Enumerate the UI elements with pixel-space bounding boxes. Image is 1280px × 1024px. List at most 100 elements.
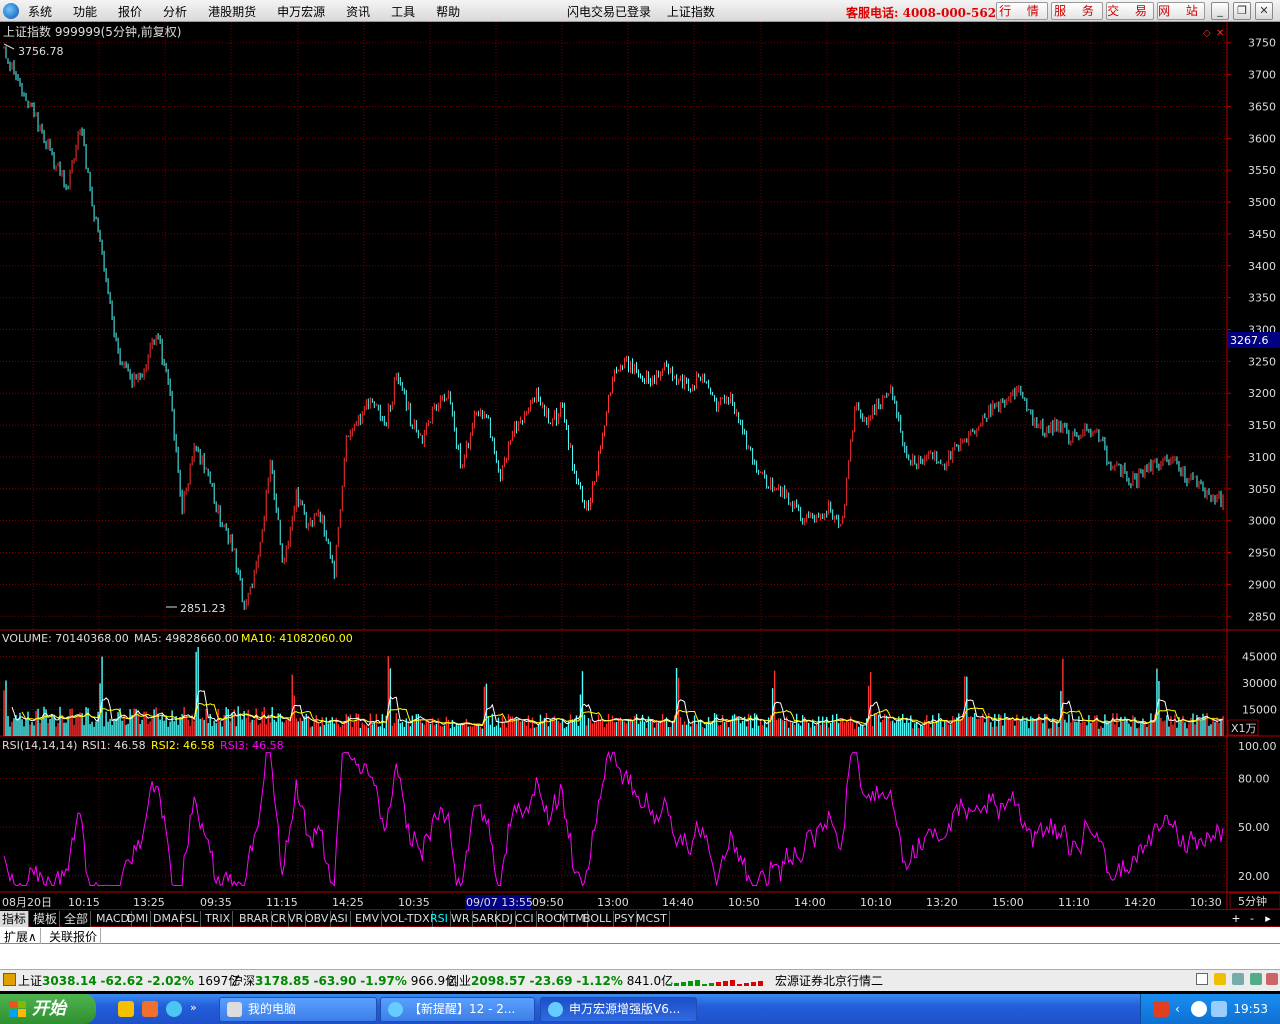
volume-bar bbox=[155, 707, 157, 736]
volume-bar bbox=[603, 727, 606, 736]
clock[interactable]: 19:53 bbox=[1233, 1002, 1268, 1016]
tab-template[interactable]: 模板 bbox=[31, 911, 61, 927]
volume-ma10: MA10: 41082060.00 bbox=[241, 632, 353, 645]
volume-bar bbox=[293, 695, 295, 736]
quicklaunch-browser-icon[interactable] bbox=[166, 1001, 182, 1017]
alert-icon[interactable] bbox=[1214, 973, 1226, 985]
tab-indicator-cci[interactable]: CCI bbox=[513, 911, 537, 927]
volume-bar bbox=[227, 709, 229, 736]
volume-bar bbox=[35, 710, 37, 736]
volume-bar bbox=[1048, 728, 1050, 736]
volume-bar bbox=[527, 715, 530, 736]
close-icon[interactable]: ✕ bbox=[1255, 2, 1273, 20]
volume-bar bbox=[597, 714, 600, 736]
app-logo-icon[interactable] bbox=[3, 3, 19, 19]
volume-bar bbox=[241, 719, 243, 736]
shield-icon[interactable] bbox=[1211, 1001, 1227, 1017]
volume-bar bbox=[705, 724, 708, 736]
service-button[interactable]: 服 务 bbox=[1051, 2, 1103, 20]
menu-item-broker[interactable]: 申万宏源 bbox=[277, 3, 325, 20]
tab-indicator-trix[interactable]: TRIX bbox=[203, 911, 234, 927]
volume-bar bbox=[265, 724, 267, 736]
volume-bar bbox=[631, 721, 634, 736]
volume-bar bbox=[701, 726, 704, 736]
quicklaunch-ie-icon[interactable] bbox=[118, 1001, 134, 1017]
quicklaunch-more-icon[interactable]: » bbox=[190, 1001, 206, 1017]
period-label[interactable]: 5分钟 bbox=[1238, 894, 1267, 908]
kline-chart[interactable]: 3750370036503600355035003450340033503300… bbox=[0, 22, 1280, 910]
price-tick-label: 3000 bbox=[1248, 515, 1276, 528]
volume-bar bbox=[105, 711, 107, 736]
tab-indicator-asi[interactable]: ASI bbox=[328, 911, 351, 927]
hs-index-summary[interactable]: 沪深3178.85 -63.90 -1.97% 966.9亿 bbox=[231, 971, 457, 991]
settings-icon[interactable] bbox=[1232, 973, 1244, 985]
tab-indicator-boll[interactable]: BOLL bbox=[581, 911, 615, 927]
volume-bar bbox=[89, 723, 91, 736]
related-quote-button[interactable]: 关联报价 bbox=[46, 928, 102, 945]
restore-icon[interactable]: ❐ bbox=[1233, 2, 1251, 20]
zoom-in-button[interactable]: + bbox=[1229, 911, 1243, 927]
tab-indicator[interactable]: 指标 bbox=[0, 911, 30, 927]
volume-bar bbox=[401, 721, 404, 736]
cy-index-summary[interactable]: 创业2098.57 -23.69 -1.12% 841.0亿 bbox=[447, 971, 673, 991]
market-button[interactable]: 行 情 bbox=[996, 2, 1048, 20]
tray-expand-icon[interactable]: ‹ bbox=[1175, 1001, 1191, 1017]
volume-bar bbox=[211, 726, 213, 736]
website-button[interactable]: 网 站 bbox=[1157, 2, 1205, 20]
menu-item-quote[interactable]: 报价 bbox=[118, 3, 142, 20]
volume-bar bbox=[695, 724, 698, 736]
volume-bar bbox=[561, 718, 564, 736]
trade-button[interactable]: 交 易 bbox=[1106, 2, 1154, 20]
extension-bar: 扩展∧ 关联报价 bbox=[0, 927, 1280, 945]
menu-item-hk-futures[interactable]: 港股期货 bbox=[208, 3, 256, 20]
quicklaunch-app-icon[interactable] bbox=[142, 1001, 158, 1017]
task-browser[interactable]: 【新提醒】12 - 2... bbox=[380, 997, 535, 1022]
tab-indicator-emv[interactable]: EMV bbox=[353, 911, 382, 927]
sh-index-summary[interactable]: 上证3038.14 -62.62 -2.02% 1697亿 bbox=[18, 971, 240, 991]
chart-area[interactable]: 3750 3700 3650 3600 3550 3500 3450 3400 3350 3300… bbox=[0, 22, 1280, 910]
zoom-out-button[interactable]: - bbox=[1245, 911, 1259, 927]
volume-bar bbox=[787, 727, 790, 736]
menu-item-tools[interactable]: 工具 bbox=[391, 3, 415, 20]
volume-bar bbox=[1162, 721, 1164, 736]
volume-bar bbox=[1086, 725, 1088, 736]
task-my-computer[interactable]: 我的电脑 bbox=[219, 997, 377, 1022]
tab-indicator-rsi[interactable]: RSI bbox=[428, 911, 451, 927]
volume-bar bbox=[607, 714, 610, 736]
pane-close-icon[interactable]: ✕ bbox=[1216, 28, 1224, 39]
security-icon[interactable] bbox=[1191, 1001, 1207, 1017]
menu-item-analysis[interactable]: 分析 bbox=[163, 3, 187, 20]
volume-bar bbox=[219, 721, 221, 736]
volume-bar bbox=[535, 726, 538, 736]
layout-icon[interactable] bbox=[1196, 973, 1208, 985]
tab-indicator-vol-tdx[interactable]: VOL-TDX bbox=[380, 911, 433, 927]
pane-diamond-icon[interactable]: ◇ bbox=[1203, 28, 1211, 39]
scroll-right-icon[interactable]: ▸ bbox=[1261, 911, 1275, 927]
volume-bar bbox=[305, 713, 307, 736]
sound-icon[interactable] bbox=[1266, 973, 1278, 985]
index-icon[interactable] bbox=[3, 973, 16, 986]
menu-item-news[interactable]: 资讯 bbox=[346, 3, 370, 20]
volume-bar bbox=[273, 719, 275, 736]
task-trading-app[interactable]: 申万宏源增强版V6... bbox=[540, 997, 697, 1022]
expand-button[interactable]: 扩展∧ bbox=[1, 928, 41, 945]
volume-bar bbox=[1070, 722, 1072, 736]
tab-indicator-brar[interactable]: BRAR bbox=[237, 911, 272, 927]
minimize-icon[interactable]: _ bbox=[1211, 2, 1229, 20]
input-method-icon[interactable] bbox=[1153, 1001, 1169, 1017]
tab-indicator-wr[interactable]: WR bbox=[449, 911, 473, 927]
volume-bar bbox=[789, 720, 792, 736]
start-button[interactable]: 开始 bbox=[0, 994, 96, 1024]
menu-item-help[interactable]: 帮助 bbox=[436, 3, 460, 20]
volume-bar bbox=[1014, 725, 1016, 736]
volume-bar bbox=[888, 716, 890, 736]
tab-indicator-dmi[interactable]: DMI bbox=[125, 911, 152, 927]
menu-item-system[interactable]: 系统 bbox=[28, 3, 52, 20]
network-icon[interactable] bbox=[1250, 973, 1262, 985]
tab-indicator-mcst[interactable]: MCST bbox=[634, 911, 670, 927]
volume-value: VOLUME: 70140368.00 bbox=[2, 632, 129, 645]
menu-item-function[interactable]: 功能 bbox=[73, 3, 97, 20]
volume-bar bbox=[1140, 722, 1142, 736]
tab-indicator-fsl[interactable]: FSL bbox=[177, 911, 202, 927]
tab-all[interactable]: 全部 bbox=[62, 911, 92, 927]
